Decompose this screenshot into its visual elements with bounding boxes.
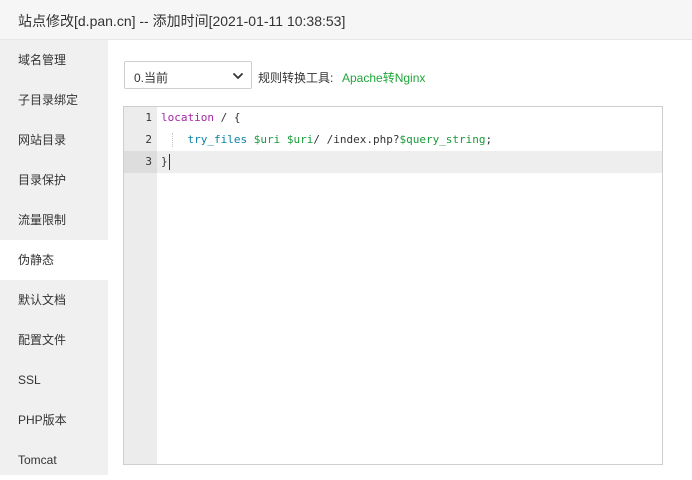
rule-converter-label: 规则转换工具: — [258, 71, 334, 85]
rewrite-template-select[interactable]: 0.当前 — [124, 61, 252, 89]
code-line: 3 } — [124, 151, 662, 173]
sidebar-item-domain-management[interactable]: 域名管理 — [0, 40, 108, 80]
code-line: 2 try_files $uri $uri/ /index.php?$query… — [124, 129, 662, 151]
editor-code-area[interactable]: 1 location / { 2 try_files $uri $uri/ /i… — [124, 107, 662, 173]
sidebar-item-default-document[interactable]: 默认文档 — [0, 280, 108, 320]
line-number: 1 — [145, 111, 152, 124]
sidebar-item-traffic-limit[interactable]: 流量限制 — [0, 200, 108, 240]
sidebar-item-config-file[interactable]: 配置文件 — [0, 320, 108, 360]
code-line-text: location / { — [161, 111, 241, 124]
sidebar-item-site-directory[interactable]: 网站目录 — [0, 120, 108, 160]
sidebar-item-directory-protection[interactable]: 目录保护 — [0, 160, 108, 200]
chevron-down-icon — [233, 73, 243, 79]
rewrite-code-editor[interactable]: 1 location / { 2 try_files $uri $uri/ /i… — [123, 106, 663, 465]
dialog-title: 站点修改[d.pan.cn] -- 添加时间[2021-01-11 10:38:… — [18, 13, 346, 29]
line-number: 3 — [124, 151, 157, 173]
code-line-text: try_files $uri $uri/ /index.php?$query_s… — [187, 133, 493, 146]
sidebar-item-rewrite[interactable]: 伪静态 — [0, 240, 108, 280]
sidebar-item-tomcat[interactable]: Tomcat — [0, 440, 108, 480]
rewrite-template-value: 0.当前 — [134, 71, 169, 85]
code-line: 1 location / { — [124, 107, 662, 129]
sidebar-item-subdirectory-binding[interactable]: 子目录绑定 — [0, 80, 108, 120]
code-line-text: } — [161, 155, 168, 168]
settings-sidebar: 域名管理 子目录绑定 网站目录 目录保护 流量限制 伪静态 默认文档 配置文件 … — [0, 40, 108, 475]
sidebar-item-ssl[interactable]: SSL — [0, 360, 108, 400]
sidebar-item-php-version[interactable]: PHP版本 — [0, 400, 108, 440]
line-number: 2 — [145, 133, 152, 146]
dialog-titlebar: 站点修改[d.pan.cn] -- 添加时间[2021-01-11 10:38:… — [0, 0, 692, 40]
apache-to-nginx-link[interactable]: Apache转Nginx — [342, 69, 425, 86]
text-cursor — [169, 154, 170, 170]
